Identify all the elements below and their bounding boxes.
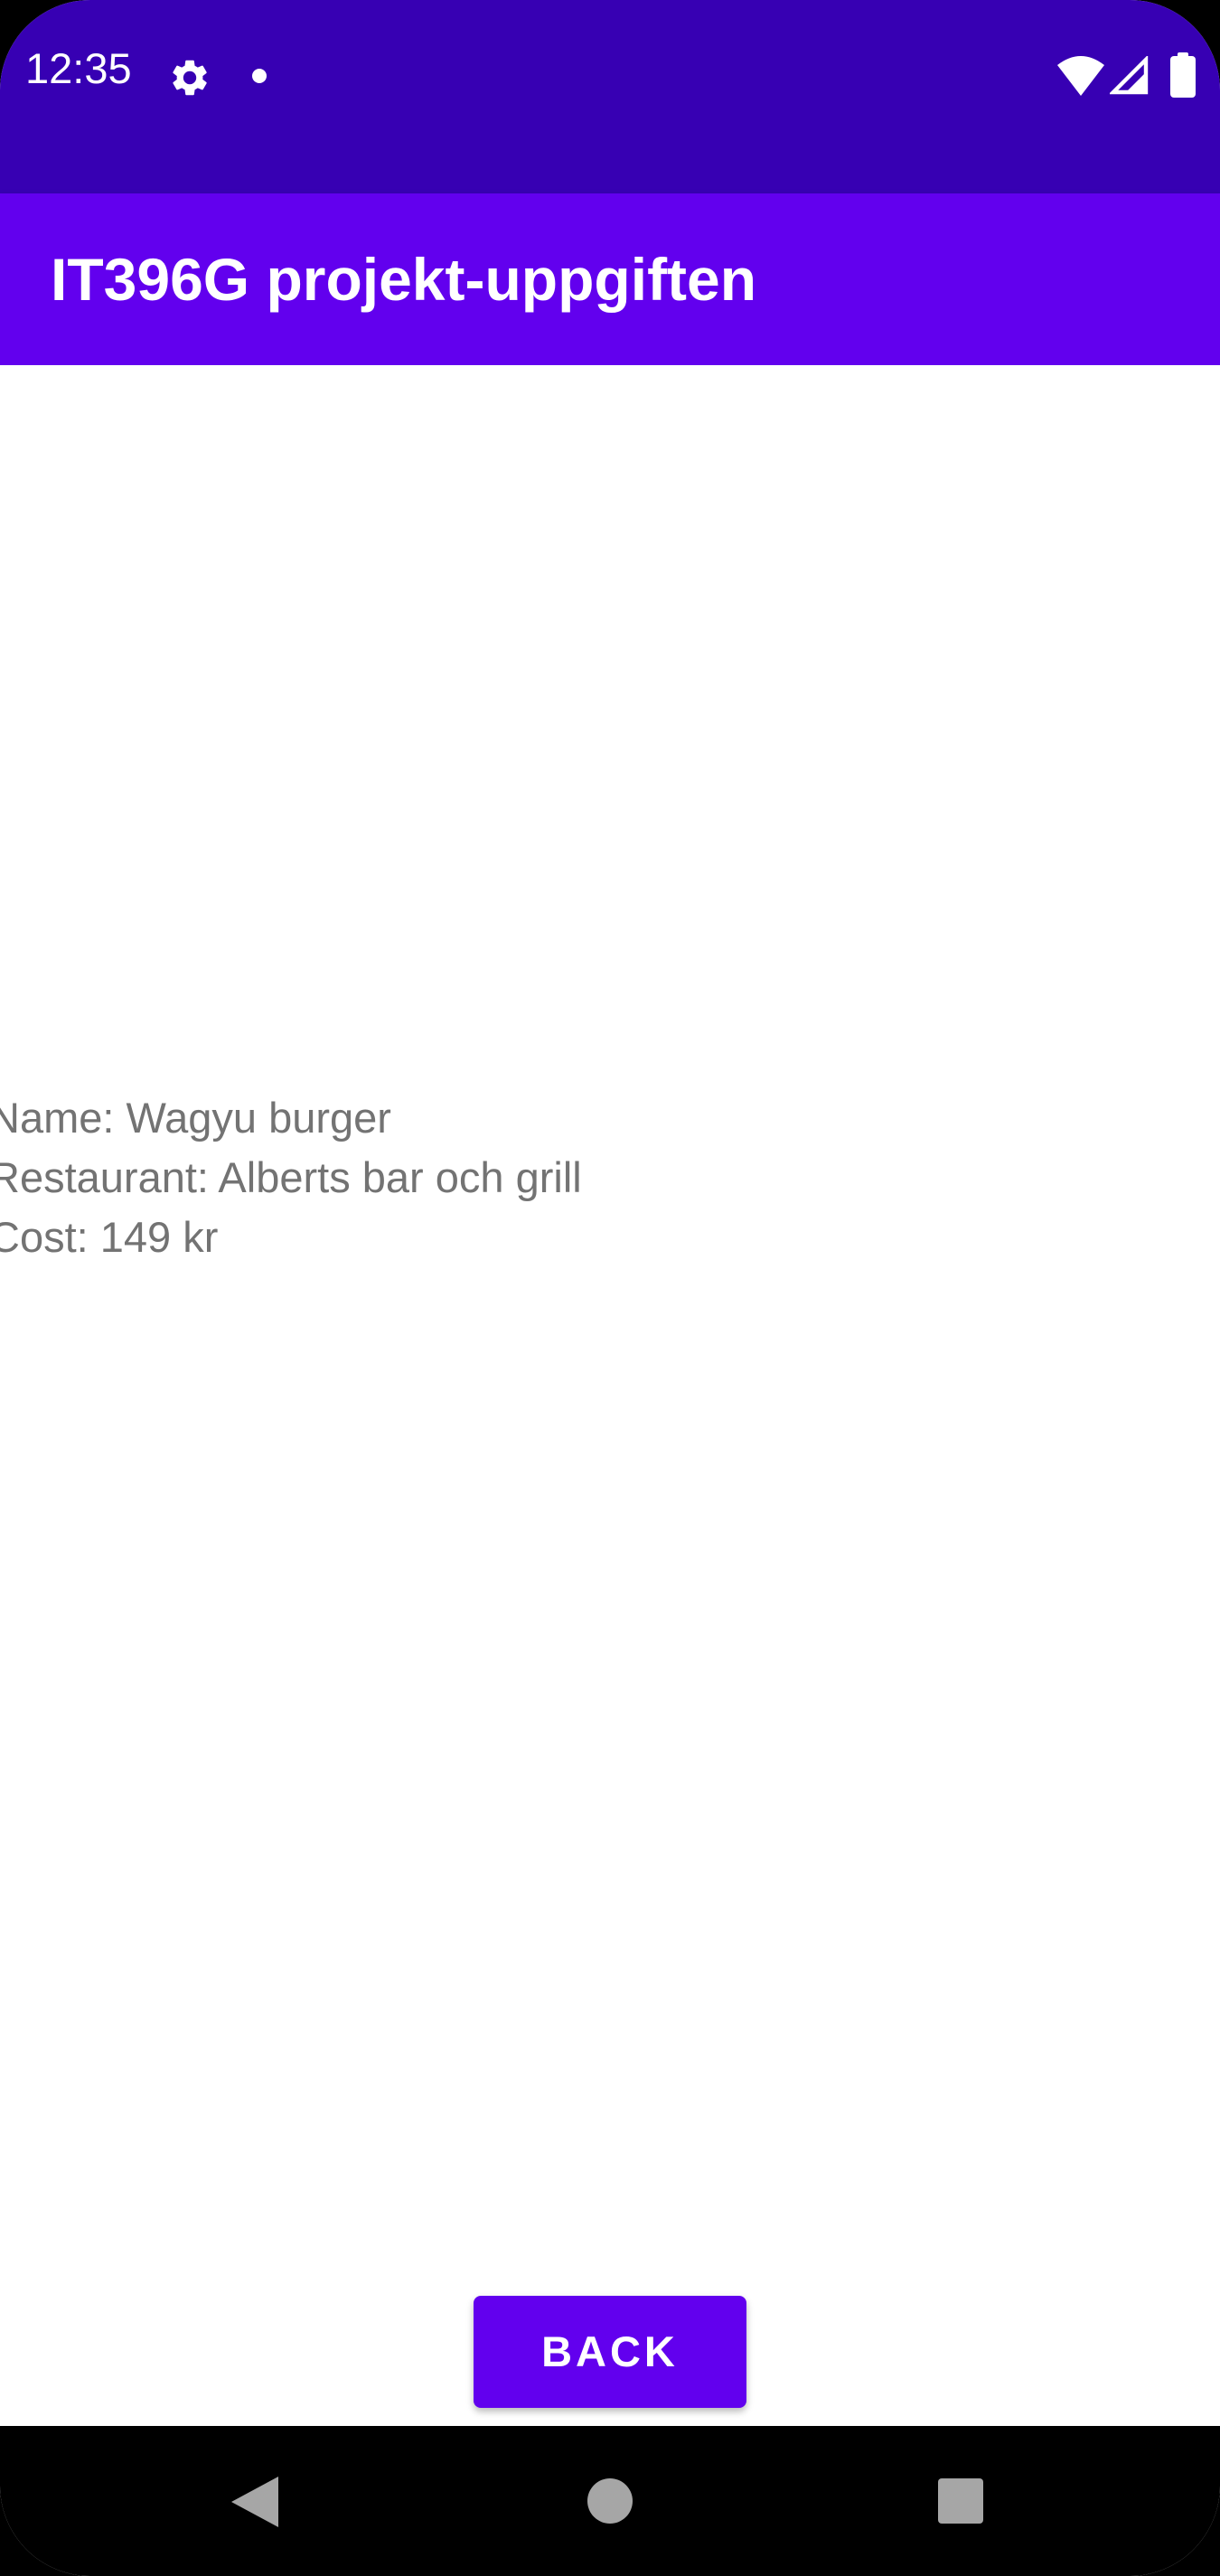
status-bar: 12:35 (0, 0, 1220, 193)
cost-text: Cost: 149 kr (0, 1213, 219, 1261)
gear-icon (173, 60, 207, 96)
nav-home-icon[interactable] (587, 2478, 633, 2524)
main-content: Name: Wagyu burger Restaurant: Alberts b… (0, 365, 1220, 2426)
app-title: IT396G projekt-uppgiften (51, 246, 757, 313)
dish-name-text: Name: Wagyu burger (0, 1094, 391, 1142)
restaurant-text: Restaurant: Alberts bar och grill (0, 1153, 582, 1201)
back-button[interactable]: BACK (474, 2296, 746, 2408)
battery-icon (1170, 52, 1196, 98)
status-time: 12:35 (25, 44, 132, 92)
nav-recents-icon[interactable] (938, 2478, 983, 2524)
phone-screen: 12:35 IT396G projekt-uppgiften Name: Wag… (0, 0, 1220, 2576)
signal-icon (1110, 56, 1149, 95)
app-bar: IT396G projekt-uppgiften (0, 193, 1220, 365)
wifi-icon (1057, 56, 1104, 96)
dish-details: Name: Wagyu burger Restaurant: Alberts b… (0, 1088, 582, 1267)
notification-dot-icon (252, 69, 267, 83)
nav-back-icon[interactable] (231, 2477, 278, 2527)
